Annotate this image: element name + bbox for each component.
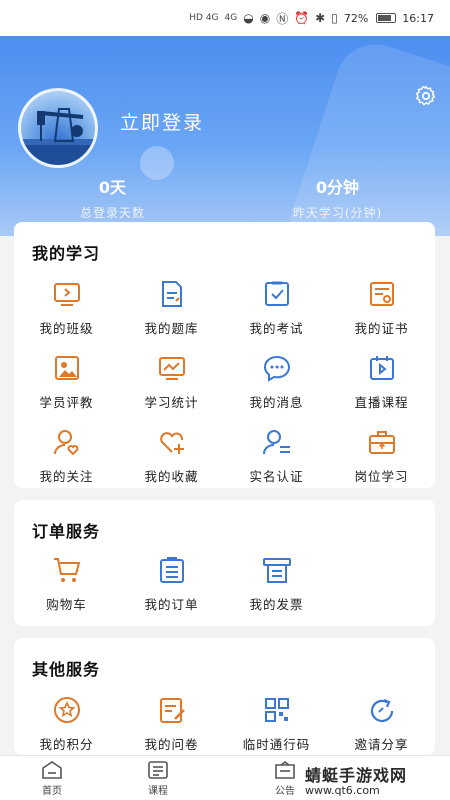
avatar[interactable] (18, 88, 98, 168)
grid-item-label: 学习统计 (144, 395, 199, 410)
statistics-icon (158, 357, 185, 380)
certificate-icon (369, 282, 394, 306)
stat-login-days-label: 总登录天数 (79, 206, 145, 220)
grid-item-orders[interactable]: 我的订单 (119, 555, 224, 613)
message-icon (263, 355, 290, 382)
grid-item-statistics[interactable]: 学习统计 (119, 353, 224, 411)
home-icon (42, 761, 62, 779)
grid-item-label: 临时通行码 (242, 737, 311, 752)
grid-item-label: 我的订单 (144, 597, 199, 612)
grid-item-label: 学员评教 (39, 395, 94, 410)
stat-login-days: 0天 总登录天数 (0, 174, 225, 221)
grid-item-label: 我的班级 (39, 321, 94, 336)
invoice-icon (262, 558, 291, 583)
grid-item-label: 直播课程 (354, 395, 409, 410)
other-service-title: 其他服务 (32, 660, 101, 679)
grid-item-label: 我的关注 (39, 469, 94, 484)
share-icon (370, 698, 393, 723)
order-service-title: 订单服务 (32, 522, 101, 541)
notice-icon (275, 761, 295, 779)
grid-item-favorites[interactable]: 我的收藏 (119, 427, 224, 485)
grid-item-qrcode[interactable]: 临时通行码 (224, 695, 329, 753)
grid-item-cart[interactable]: 购物车 (14, 555, 119, 613)
clock: 16:17 (402, 11, 434, 25)
grid-item-label: 我的发票 (249, 597, 304, 612)
battery-percent: 72% (343, 11, 369, 25)
question-bank-icon (161, 281, 182, 307)
grid-item-job-learning[interactable]: 岗位学习 (329, 427, 434, 485)
grid-item-follow[interactable]: 我的关注 (14, 427, 119, 485)
stat-study-minutes-value: 0分钟 (315, 178, 360, 197)
grid-item-points[interactable]: 我的积分 (14, 695, 119, 753)
vibrate-icon: ▯ (331, 11, 338, 25)
grid-item-my-exam[interactable]: 我的考试 (224, 279, 329, 337)
order-icon (159, 557, 184, 583)
eye-icon: ◉ (259, 11, 271, 25)
grid-item-my-certificate[interactable]: 我的证书 (329, 279, 434, 337)
grid-item-label: 我的收藏 (144, 469, 199, 484)
nav-course[interactable]: 课程 (128, 760, 188, 797)
stat-login-days-value: 0天 (98, 178, 127, 197)
network-indicator-left: HD 4G (189, 13, 219, 23)
wifi-icon: ◒ (243, 11, 254, 25)
follow-icon (53, 430, 78, 456)
grid-item-label: 购物车 (46, 597, 87, 612)
oil-pump-image-icon (21, 108, 95, 165)
grid-item-label: 我的考试 (249, 321, 304, 336)
nav-home-label: 首页 (42, 786, 62, 797)
other-service-card: 其他服务 我的积分 我的问卷 临时通行码 邀请分享 (14, 638, 435, 755)
grid-item-label: 我的证书 (354, 321, 409, 336)
course-icon (148, 761, 168, 779)
nav-course-label: 课程 (148, 786, 168, 797)
grid-item-label: 我的问卷 (144, 737, 199, 752)
grid-item-messages[interactable]: 我的消息 (224, 353, 329, 411)
points-icon (53, 697, 80, 723)
grid-item-label: 我的题库 (144, 321, 199, 336)
stat-study-minutes: 0分钟 昨天学习(分钟) (225, 174, 450, 221)
grid-item-label: 邀请分享 (354, 737, 409, 752)
nfc-icon: Ⓝ (276, 11, 289, 26)
qrcode-icon (264, 698, 289, 722)
grid-item-my-class[interactable]: 我的班级 (14, 279, 119, 337)
survey-icon (159, 698, 185, 723)
cart-icon (53, 558, 80, 582)
bluetooth-icon: ✱ (315, 11, 326, 25)
network-indicator-right: 4G (224, 13, 238, 23)
grid-item-question-bank[interactable]: 我的题库 (119, 279, 224, 337)
watermark-title: 蜻蜓手游戏网 (305, 766, 408, 785)
my-learning-title: 我的学习 (32, 244, 101, 263)
evaluation-icon (54, 356, 79, 380)
grid-item-label: 岗位学习 (354, 469, 409, 484)
grid-item-label: 我的消息 (249, 395, 304, 410)
grid-item-survey[interactable]: 我的问卷 (119, 695, 224, 753)
my-learning-card: 我的学习 我的班级 我的题库 我的考试 我的证书 学员评教 学习统计 我的消息 … (14, 222, 435, 488)
grid-item-verify[interactable]: 实名认证 (224, 427, 329, 485)
watermark-url: www.qt6.com (305, 784, 380, 797)
stat-study-minutes-label: 昨天学习(分钟) (292, 206, 383, 220)
grid-item-share[interactable]: 邀请分享 (329, 695, 434, 753)
verify-icon (262, 430, 290, 455)
grid-item-invoices[interactable]: 我的发票 (224, 555, 329, 613)
alarm-icon: ⏰ (294, 11, 310, 25)
login-button[interactable]: 立即登录 (120, 108, 204, 135)
battery-icon (376, 13, 397, 23)
settings-gear-icon[interactable] (414, 84, 438, 108)
favorite-icon (159, 432, 184, 454)
grid-item-evaluation[interactable]: 学员评教 (14, 353, 119, 411)
class-icon (53, 283, 80, 306)
grid-item-label: 我的积分 (39, 737, 94, 752)
grid-item-label: 实名认证 (249, 469, 304, 484)
live-course-icon (369, 356, 394, 380)
site-watermark: 蜻蜓手游戏网 www.qt6.com (305, 762, 445, 798)
grid-item-live-course[interactable]: 直播课程 (329, 353, 434, 411)
order-service-card: 订单服务 购物车 我的订单 我的发票 (14, 500, 435, 626)
profile-header: 立即登录 0天 总登录天数 0分钟 昨天学习(分钟) (0, 36, 450, 236)
nav-home[interactable]: 首页 (22, 760, 82, 797)
exam-icon (264, 281, 289, 306)
status-bar: HD 4G 4G ◒ ◉ Ⓝ ⏰ ✱ ▯ 72% 16:17 (0, 0, 450, 36)
job-learning-icon (368, 431, 395, 454)
